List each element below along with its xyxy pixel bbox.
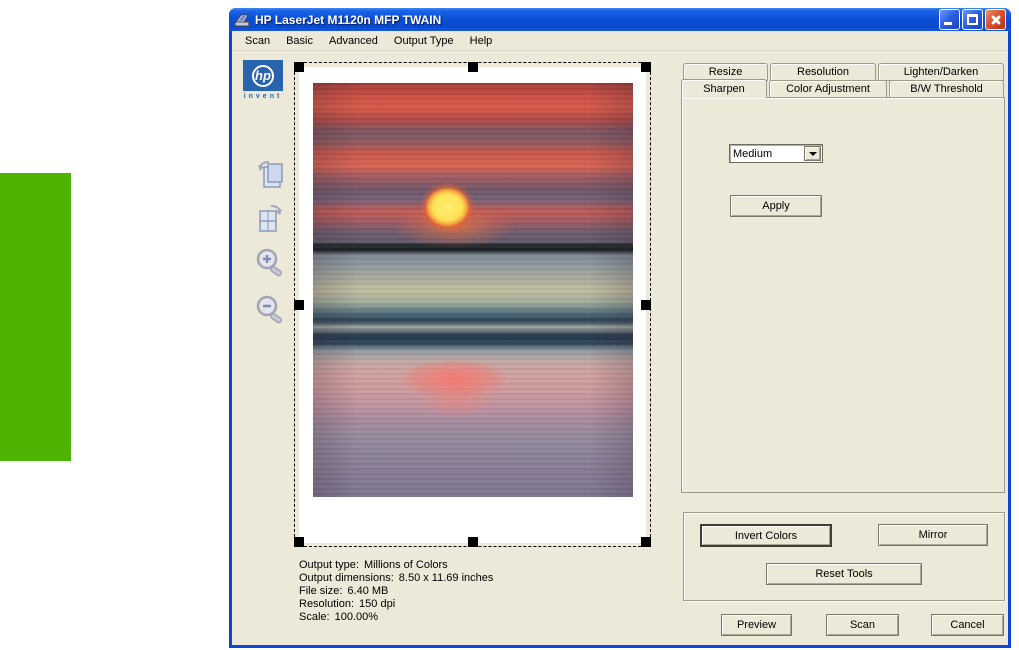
menubar: Scan Basic Advanced Output Type Help bbox=[232, 31, 1008, 51]
info-line: Output dimensions: 8.50 x 11.69 inches bbox=[299, 572, 494, 584]
maximize-icon bbox=[967, 14, 978, 25]
selection-handle[interactable] bbox=[467, 537, 478, 547]
rotate-right-icon bbox=[259, 205, 282, 232]
close-icon bbox=[989, 13, 1002, 26]
invert-colors-button[interactable]: Invert Colors bbox=[700, 524, 832, 547]
selection-handle[interactable] bbox=[641, 62, 651, 72]
combo-dropdown-button[interactable] bbox=[804, 146, 821, 161]
tab-color-adjustment[interactable]: Color Adjustment bbox=[769, 80, 887, 98]
minimize-icon bbox=[944, 22, 952, 25]
cancel-button[interactable]: Cancel bbox=[931, 614, 1004, 636]
chevron-down-icon bbox=[808, 151, 817, 156]
menu-item-scan[interactable]: Scan bbox=[237, 33, 278, 49]
green-banner bbox=[0, 173, 71, 461]
menu-item-advanced[interactable]: Advanced bbox=[321, 33, 386, 49]
hp-logo-mark: hp bbox=[252, 64, 274, 87]
zoom-in-button[interactable] bbox=[253, 244, 287, 282]
window-title: HP LaserJet M1120n MFP TWAIN bbox=[255, 12, 442, 27]
info-line: Output type: Millions of Colors bbox=[299, 559, 448, 571]
selection-handle[interactable] bbox=[467, 62, 478, 72]
zoom-out-button[interactable] bbox=[253, 291, 287, 329]
info-line: Scale: 100.00% bbox=[299, 611, 379, 623]
tab-bw-threshold[interactable]: B/W Threshold bbox=[889, 80, 1004, 98]
sharpen-level-select[interactable]: Medium bbox=[729, 144, 823, 163]
selection-marquee[interactable] bbox=[294, 62, 651, 547]
mirror-button[interactable]: Mirror bbox=[878, 524, 988, 546]
menu-item-output-type[interactable]: Output Type bbox=[386, 33, 462, 49]
hp-logo: hp bbox=[243, 60, 283, 91]
zoom-out-icon bbox=[256, 295, 282, 324]
reset-tools-button[interactable]: Reset Tools bbox=[766, 563, 922, 585]
output-info: Output type: Millions of Colors Output di… bbox=[299, 559, 498, 624]
scanner-app-icon bbox=[234, 14, 250, 26]
minimize-button[interactable] bbox=[939, 9, 960, 30]
scan-button[interactable]: Scan bbox=[826, 614, 899, 636]
preview-button[interactable]: Preview bbox=[721, 614, 792, 636]
rotate-left-button[interactable] bbox=[253, 154, 287, 192]
tab-resolution[interactable]: Resolution bbox=[770, 63, 876, 81]
rotate-right-button[interactable] bbox=[253, 198, 287, 236]
rotate-left-icon bbox=[258, 161, 283, 188]
titlebar[interactable]: HP LaserJet M1120n MFP TWAIN bbox=[229, 8, 1011, 31]
close-button[interactable] bbox=[985, 9, 1006, 30]
hp-invent-label: invent bbox=[243, 93, 283, 100]
sharpen-level-value: Medium bbox=[733, 147, 773, 160]
menu-item-basic[interactable]: Basic bbox=[278, 33, 321, 49]
menu-item-help[interactable]: Help bbox=[462, 33, 501, 49]
zoom-in-icon bbox=[256, 248, 282, 277]
twain-dialog-window: HP LaserJet M1120n MFP TWAIN Scan Basic … bbox=[229, 8, 1011, 648]
selection-handle[interactable] bbox=[294, 299, 304, 310]
selection-handle[interactable] bbox=[641, 299, 651, 310]
tab-lighten-darken[interactable]: Lighten/Darken bbox=[878, 63, 1004, 81]
apply-button[interactable]: Apply bbox=[730, 195, 822, 217]
maximize-button[interactable] bbox=[962, 9, 983, 30]
tab-sharpen[interactable]: Sharpen bbox=[681, 79, 767, 98]
selection-handle[interactable] bbox=[641, 537, 651, 547]
selection-handle[interactable] bbox=[294, 62, 304, 72]
selection-handle[interactable] bbox=[294, 537, 304, 547]
info-line: File size: 6.40 MB bbox=[299, 585, 389, 597]
info-line: Resolution: 150 dpi bbox=[299, 598, 396, 610]
